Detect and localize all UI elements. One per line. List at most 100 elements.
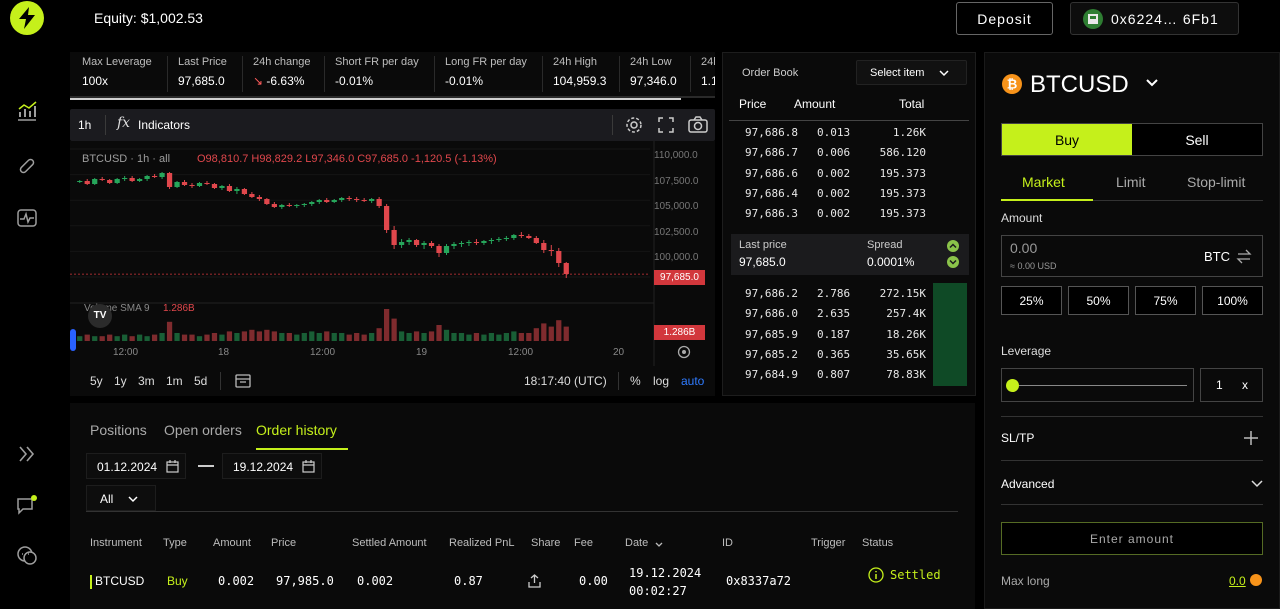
candle-body xyxy=(204,183,210,184)
chevron-down-icon[interactable] xyxy=(1251,479,1263,488)
share-icon[interactable] xyxy=(528,574,541,588)
buy-button[interactable]: Buy xyxy=(1002,124,1132,155)
candle-body xyxy=(271,204,277,207)
amount-field[interactable]: 0.00 ≈ 0.00 USD BTC xyxy=(1001,235,1263,277)
amount-unit: BTC xyxy=(1204,249,1230,264)
ask-price: 97,686.8 xyxy=(745,126,798,139)
sltp-label[interactable]: SL/TP xyxy=(1001,431,1034,445)
wallet-button[interactable]: 0x6224… 6Fb1 xyxy=(1070,2,1239,35)
ask-row[interactable]: 97,686.7 0.006 586.120 xyxy=(723,143,969,163)
chart-icon[interactable] xyxy=(14,98,40,124)
price-chart[interactable]: BTCUSD · 1h · all O98,810.7 H98,829.2 L9… xyxy=(70,141,715,395)
info-icon xyxy=(868,567,884,583)
sort-down-icon[interactable] xyxy=(655,542,663,548)
volume-bar xyxy=(563,326,569,341)
log-toggle[interactable]: log xyxy=(653,374,669,388)
range-5d[interactable]: 5d xyxy=(194,374,207,388)
leverage-input[interactable]: 1 x xyxy=(1200,368,1263,402)
amount-input[interactable]: 0.00 xyxy=(1010,240,1037,256)
percent-toggle[interactable]: % xyxy=(630,374,641,388)
preset-100[interactable]: 100% xyxy=(1202,286,1263,315)
link-icon[interactable] xyxy=(14,153,40,179)
date-from-input[interactable]: 01.12.2024 xyxy=(86,453,186,479)
col-date[interactable]: Date xyxy=(625,537,648,549)
tradingview-logo[interactable]: TV xyxy=(88,304,112,328)
range-1y[interactable]: 1y xyxy=(114,374,127,388)
table-row[interactable] xyxy=(86,555,958,609)
chevron-down-icon[interactable] xyxy=(1145,78,1159,88)
max-long-label: Max long xyxy=(1001,574,1050,588)
candle-body xyxy=(166,173,173,187)
ask-total: 195.373 xyxy=(879,166,926,180)
col-status: Status xyxy=(862,537,894,549)
camera-icon[interactable] xyxy=(688,116,708,134)
chart-scroll-handle[interactable] xyxy=(70,329,76,351)
candle-body xyxy=(421,243,427,245)
candle-body xyxy=(511,235,517,238)
ask-row[interactable]: 97,686.3 0.002 195.373 xyxy=(723,204,969,224)
volume-bar xyxy=(526,333,532,341)
volume-bar xyxy=(286,333,292,341)
volume-bar xyxy=(488,333,495,341)
settings-icon[interactable] xyxy=(625,116,643,134)
enter-amount-button[interactable]: Enter amount xyxy=(1001,522,1263,555)
ask-row[interactable]: 97,686.4 0.002 195.373 xyxy=(723,184,969,204)
range-1m[interactable]: 1m xyxy=(166,374,183,388)
volume-bar xyxy=(137,334,143,341)
bid-row[interactable]: 97,685.9 0.187 18.26K xyxy=(723,325,969,345)
arrow-down-icon[interactable] xyxy=(947,256,959,268)
ask-row[interactable]: 97,686.6 0.002 195.373 xyxy=(723,164,969,184)
chat-icon[interactable] xyxy=(14,543,40,569)
leverage-value[interactable]: 1 xyxy=(1216,378,1223,392)
goto-realtime-icon[interactable] xyxy=(677,345,691,359)
bid-row[interactable]: 97,684.9 0.807 78.83K xyxy=(723,365,969,385)
filter-select[interactable]: All xyxy=(86,485,156,511)
tab-open-orders[interactable]: Open orders xyxy=(164,422,242,438)
deposit-button[interactable]: Deposit xyxy=(956,2,1053,35)
advanced-label[interactable]: Advanced xyxy=(1001,477,1054,491)
orderbook-title: Order Book xyxy=(742,67,799,79)
plus-icon[interactable] xyxy=(1243,430,1259,446)
stat-max-leverage: Max Leverage 100x xyxy=(82,56,152,88)
expand-icon[interactable] xyxy=(14,441,40,467)
indicators-button[interactable]: Indicators xyxy=(138,118,190,132)
preset-25[interactable]: 25% xyxy=(1001,286,1062,315)
leverage-slider[interactable] xyxy=(1001,368,1194,402)
arrow-up-icon[interactable] xyxy=(947,240,959,252)
interval-button[interactable]: 1h xyxy=(78,118,91,132)
candle-body xyxy=(428,243,435,246)
tab-market[interactable]: Market xyxy=(1022,174,1065,190)
feedback-icon[interactable] xyxy=(14,493,40,519)
orderbook-select[interactable]: Select item xyxy=(856,60,967,85)
slider-handle[interactable] xyxy=(1006,379,1019,392)
candle-body xyxy=(107,180,113,183)
volume-bar xyxy=(533,328,539,341)
candle-body xyxy=(369,199,375,201)
sell-button[interactable]: Sell xyxy=(1132,124,1262,155)
tab-stop-limit[interactable]: Stop-limit xyxy=(1187,174,1245,190)
tab-positions[interactable]: Positions xyxy=(90,422,147,438)
volume-bar xyxy=(122,334,128,341)
swap-icon[interactable] xyxy=(1236,249,1252,264)
tab-order-history[interactable]: Order history xyxy=(256,422,337,438)
candle-body xyxy=(241,189,248,194)
date-to-input[interactable]: 19.12.2024 xyxy=(222,453,322,479)
fullscreen-icon[interactable] xyxy=(657,116,675,134)
tab-limit[interactable]: Limit xyxy=(1116,174,1146,190)
volume-tag: 1.286B xyxy=(654,325,705,340)
volume-bar xyxy=(518,333,524,341)
range-5y[interactable]: 5y xyxy=(90,374,103,388)
ask-row[interactable]: 97,686.8 0.013 1.26K xyxy=(723,123,969,143)
date-range-icon[interactable] xyxy=(235,373,251,388)
preset-50[interactable]: 50% xyxy=(1068,286,1129,315)
app-logo[interactable] xyxy=(10,1,44,35)
auto-toggle[interactable]: auto xyxy=(681,374,704,388)
activity-icon[interactable] xyxy=(14,205,40,231)
stats-scrollbar[interactable] xyxy=(70,98,681,100)
bid-row[interactable]: 97,685.2 0.365 35.65K xyxy=(723,345,969,365)
bid-row[interactable]: 97,686.2 2.786 272.15K xyxy=(723,284,969,304)
instrument-symbol[interactable]: BTCUSD xyxy=(1030,71,1129,99)
range-3m[interactable]: 3m xyxy=(138,374,155,388)
preset-75[interactable]: 75% xyxy=(1135,286,1196,315)
bid-row[interactable]: 97,686.0 2.635 257.4K xyxy=(723,304,969,324)
